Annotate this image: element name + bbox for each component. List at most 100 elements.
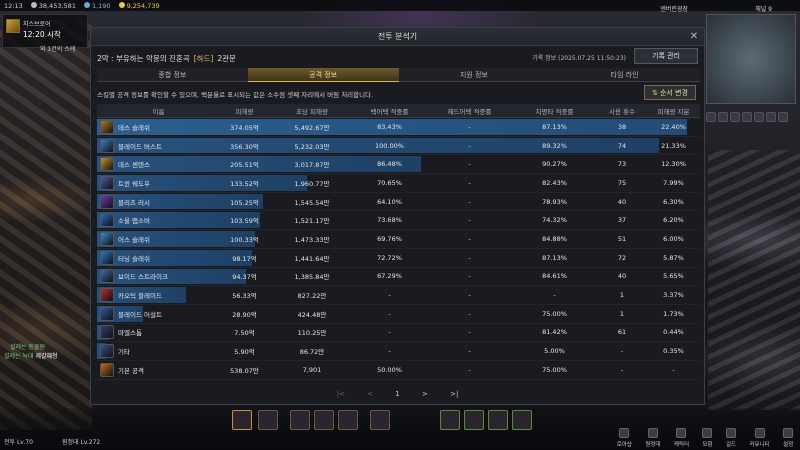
skill-slot[interactable] [440, 410, 460, 430]
table-row[interactable]: 보이드 스트라이크 94.37억 1,385.84만 67.29% - 84.61% 40 5… [97, 268, 700, 287]
tab-attack[interactable]: 공격 정보 [247, 68, 399, 82]
col-damage[interactable]: 피해량 [217, 106, 272, 116]
record-manage-button[interactable]: 기록 관리 [634, 48, 698, 64]
table-row[interactable]: 데스 슬래쉬 374.05억 5,492.67만 83.43% - 87.13% 38 22.… [97, 118, 700, 137]
close-button[interactable]: ✕ [688, 31, 700, 43]
silver-amount: 38,453,581 [30, 1, 76, 10]
table-row[interactable]: 기본 공격 538.07만 7,901 50.00% - 75.00% - - [97, 361, 700, 380]
damage-value: 374.05억 [230, 123, 259, 132]
quick-icon[interactable] [754, 112, 764, 122]
menu-character[interactable]: 캐릭터 [674, 428, 689, 448]
skill-slot[interactable] [232, 410, 252, 430]
damage-value: 56.33억 [232, 292, 257, 301]
skill-name: 블레이드 어설트 [118, 310, 162, 319]
table-row[interactable]: 소울 앱소버 103.59억 1,521.17만 73.68% - 74.32% 37 6.2… [97, 211, 700, 231]
first-page-button[interactable]: |< [337, 390, 345, 398]
skill-slot[interactable] [338, 410, 358, 430]
col-crit-rate[interactable]: 치명타 적중률 [512, 106, 597, 116]
col-dps[interactable]: 초당 피해량 [272, 106, 352, 116]
menu-label: 캐릭터 [673, 442, 690, 448]
dps-value: 1,441.64만 [294, 254, 330, 263]
skill-slot[interactable] [464, 410, 484, 430]
table-row[interactable]: 기타 5.90억 86.72만 - - 5.00% - 0.35% [97, 342, 700, 361]
combat-level: 전투 Lv.70 [4, 439, 33, 446]
quick-icon[interactable] [778, 112, 788, 122]
quick-icon[interactable] [706, 112, 716, 122]
table-row[interactable]: 블레이드 어설트 28.90억 424.48만 - - 75.00% 1 1.73% [97, 305, 700, 324]
dps-value: 827.22만 [297, 292, 327, 301]
skill-slot[interactable] [258, 410, 278, 430]
head-attack-value: - [468, 272, 471, 281]
back-attack-value: 67.29% [377, 272, 402, 281]
prev-page-button[interactable]: < [367, 390, 373, 398]
table-row[interactable]: 블리츠 러시 105.25억 1,545.54만 64.10% - 78.93% 40 6.3… [97, 193, 700, 212]
skill-slot[interactable] [488, 410, 508, 430]
channel-label[interactable]: 채널 9 [755, 4, 772, 13]
skill-name: 기본 공격 [118, 366, 144, 375]
tab-timeline[interactable]: 타임 라인 [549, 68, 700, 82]
quick-icon[interactable] [730, 112, 740, 122]
skill-name-cell: 데스 슬래쉬 [97, 119, 217, 134]
skill-icon [100, 288, 114, 303]
menu-adventure[interactable]: 모험 [702, 428, 713, 448]
tab-summary[interactable]: 종합 정보 [97, 68, 248, 82]
col-cast-count[interactable]: 사용 횟수 [597, 106, 647, 116]
skill-icon [100, 269, 114, 284]
table-row[interactable]: 어스 슬래쉬 100.33억 1,473.33만 69.76% - 84.88% 51 6.0… [97, 230, 700, 249]
menu-settings[interactable]: 설정 [783, 428, 793, 448]
table-row[interactable]: 데스 센텐스 205.51억 3,017.87만 86.48% - 90.27% 73 12.… [97, 155, 700, 175]
last-page-button[interactable]: >| [450, 390, 458, 398]
skill-slot[interactable] [290, 410, 310, 430]
sort-order-button[interactable]: ⇅ 순서 변경 [644, 85, 696, 100]
crystal-amount: 1,190 [83, 1, 111, 10]
table-body: 데스 슬래쉬 374.05억 5,492.67만 83.43% - 87.13% 38 22.… [97, 118, 700, 380]
table-row[interactable]: 트윈 쉐도우 133.52억 1,960.77만 70.65% - 82.43% 75 7.9… [97, 174, 700, 193]
quest-sub: 외 1건의 스케 [40, 46, 76, 53]
menu-shop[interactable]: 로아샵 [617, 428, 632, 448]
table-row[interactable]: 마엘스톰 7.50억 110.25만 - - 81.42% 61 0.44% [97, 324, 700, 343]
record-info: 기록 정보 (2025.07.25 11:50:23) [532, 55, 626, 62]
crit-rate-value: 84.61% [542, 272, 567, 281]
cast-count-value: 37 [617, 216, 627, 225]
col-back-attack[interactable]: 백어택 적중률 [352, 106, 427, 116]
head-attack-value: - [468, 178, 471, 187]
dps-value: 1,473.33만 [294, 235, 330, 244]
skill-name-cell: 기본 공격 [97, 362, 217, 377]
table-row[interactable]: 카오틱 블레이드 56.33억 827.22만 - - - 1 3.37% [97, 286, 700, 305]
sort-icon: ⇅ [652, 89, 658, 97]
damage-value: 356.30억 [230, 142, 259, 151]
menu-roster[interactable]: 원정대 [645, 428, 660, 448]
skill-icon [100, 213, 114, 228]
menu-label: 원정대 [645, 442, 661, 448]
skill-slot[interactable] [370, 410, 390, 430]
skill-name: 데스 슬래쉬 [118, 123, 150, 132]
quick-icon[interactable] [718, 112, 728, 122]
tab-support[interactable]: 지원 정보 [398, 68, 550, 82]
cast-count-value: 61 [617, 328, 627, 337]
damage-share-value: 6.00% [663, 234, 684, 243]
page-number: 1 [395, 390, 400, 398]
col-damage-share[interactable]: 피해량 지분 [647, 106, 700, 116]
quest-tracker[interactable]: 지스브로어 12:20 시작 [2, 14, 88, 48]
cast-count-value: 1 [619, 309, 625, 318]
skill-name: 트윈 쉐도우 [118, 179, 150, 188]
minimap[interactable] [706, 14, 796, 104]
menu-community[interactable]: 커뮤니티 [749, 428, 770, 448]
col-name[interactable]: 이름 [97, 106, 217, 116]
quick-icon[interactable] [742, 112, 752, 122]
hint-text: 스킬별 공격 정보를 확인할 수 있으며, 백분율로 표시되는 값은 소수점 셋… [97, 91, 374, 99]
menu-guild[interactable]: 길드 [726, 428, 736, 448]
col-head-attack[interactable]: 헤드어택 적중률 [427, 106, 512, 116]
table-row[interactable]: 터닝 슬래쉬 98.17억 1,441.64만 72.72% - 87.13% 72 5.87… [97, 249, 700, 268]
skill-slot[interactable] [314, 410, 334, 430]
table-row[interactable]: 블레이드 버스트 356.30억 5,232.03만 100.00% - 89.32% 74… [97, 137, 700, 156]
quick-icon[interactable] [766, 112, 776, 122]
skill-slot[interactable] [512, 410, 532, 430]
damage-share-value: 5.87% [663, 253, 684, 262]
cast-count-value: 75 [617, 178, 627, 187]
damage-share-value: 7.99% [663, 178, 684, 187]
head-attack-value: - [468, 234, 471, 243]
cast-count-value: 40 [617, 197, 627, 206]
next-page-button[interactable]: > [422, 390, 428, 398]
quest-time: 12:20 시작 [23, 30, 61, 39]
